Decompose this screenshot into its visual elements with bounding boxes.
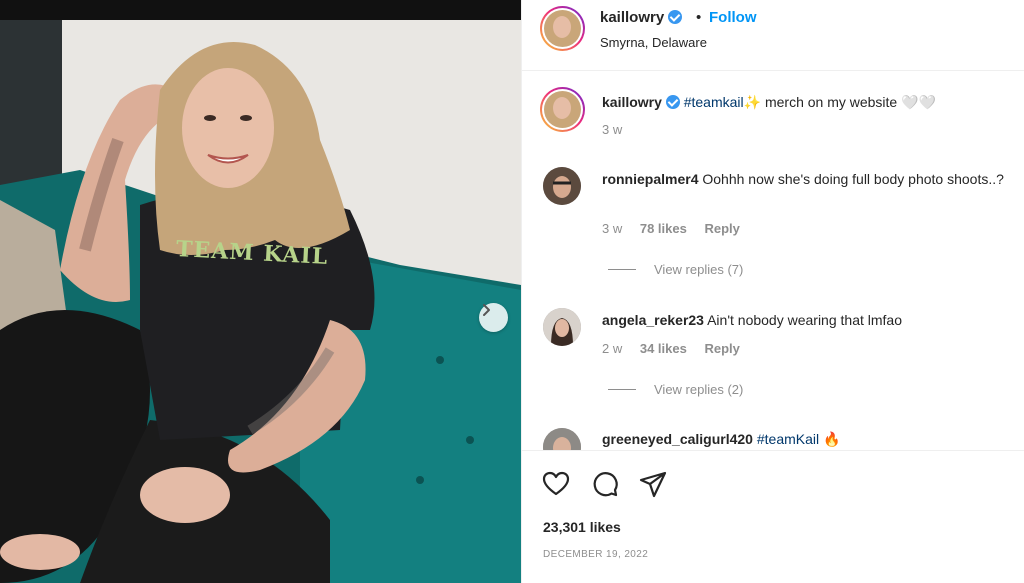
caption-body: merch on my website: [761, 94, 902, 110]
heart-icon[interactable]: [541, 469, 571, 499]
post-location[interactable]: Smyrna, Delaware: [600, 35, 707, 50]
likes-count[interactable]: 23,301 likes: [543, 519, 621, 535]
comment-likes[interactable]: 78 likes: [640, 221, 687, 236]
share-icon[interactable]: [638, 469, 668, 499]
comment-username[interactable]: greeneyed_caligurl420: [602, 431, 753, 447]
comment-avatar[interactable]: [543, 428, 581, 450]
post-date[interactable]: DECEMBER 19, 2022: [543, 549, 648, 560]
comment-hashtag[interactable]: #teamKail: [757, 431, 819, 447]
comments-list[interactable]: kaillowry #teamkail✨ merch on my website…: [522, 72, 1024, 450]
view-replies-label[interactable]: View replies (7): [654, 262, 743, 277]
comment-avatar[interactable]: [543, 167, 581, 205]
replies-divider: [608, 389, 636, 390]
comment-reply-button[interactable]: Reply: [704, 221, 739, 236]
view-replies-button[interactable]: View replies (7): [608, 262, 743, 277]
caption-hashtag[interactable]: #teamkail: [684, 94, 744, 110]
comment-time[interactable]: 2 w: [602, 341, 622, 356]
author-avatar-image: [544, 10, 581, 47]
comment-text: greeneyed_caligurl420 #teamKail 🔥: [602, 428, 1017, 450]
comment-emoji: 🔥: [823, 431, 841, 447]
comment-meta: 2 w 34 likes Reply: [602, 341, 754, 356]
view-replies-button[interactable]: View replies (2): [608, 382, 743, 397]
comment-meta: 3 w 78 likes Reply: [602, 221, 754, 236]
caption-avatar[interactable]: [540, 87, 585, 132]
caption-avatar-image: [544, 91, 581, 128]
caption-trailing: 🤍🤍: [901, 94, 936, 110]
comment-avatar[interactable]: [543, 308, 581, 346]
post-actions: 23,301 likes DECEMBER 19, 2022: [522, 450, 1024, 583]
comment-reply-button[interactable]: Reply: [704, 341, 739, 356]
author-username-text[interactable]: kaillowry: [600, 9, 664, 26]
comment-text: angela_reker23 Ain't nobody wearing that…: [602, 309, 1017, 331]
caption-text: kaillowry #teamkail✨ merch on my website…: [602, 91, 1017, 113]
comment-username[interactable]: ronniepalmer4: [602, 171, 698, 187]
chevron-right-icon: [483, 304, 490, 316]
post-photo[interactable]: TEAM KAIL: [0, 0, 521, 583]
post-header: kaillowry • Follow Smyrna, Delaware: [522, 0, 1024, 71]
comment-likes[interactable]: 34 likes: [640, 341, 687, 356]
verified-badge-icon: [665, 95, 680, 109]
author-username[interactable]: kaillowry: [600, 9, 683, 26]
replies-divider: [608, 269, 636, 270]
comment-body: Oohhh now she's doing full body photo sh…: [702, 171, 1004, 187]
comment-time[interactable]: 3 w: [602, 221, 622, 236]
view-replies-label[interactable]: View replies (2): [654, 382, 743, 397]
follow-button[interactable]: Follow: [709, 9, 757, 26]
post-photo-illustration: [0, 0, 521, 583]
header-separator: •: [696, 9, 702, 26]
next-photo-button[interactable]: [479, 303, 508, 332]
caption-emoji: ✨: [743, 94, 762, 110]
author-avatar[interactable]: [540, 6, 585, 51]
caption-time[interactable]: 3 w: [602, 122, 622, 137]
comment-username[interactable]: angela_reker23: [602, 312, 704, 328]
caption-meta: 3 w: [602, 122, 636, 137]
comment-icon[interactable]: [590, 469, 620, 499]
post-side-panel: kaillowry • Follow Smyrna, Delaware kail…: [521, 0, 1024, 583]
caption-username[interactable]: kaillowry: [602, 94, 662, 110]
comment-text: ronniepalmer4 Oohhh now she's doing full…: [602, 168, 1017, 190]
verified-badge-icon: [668, 10, 683, 24]
comment-body: Ain't nobody wearing that lmfao: [707, 312, 902, 328]
